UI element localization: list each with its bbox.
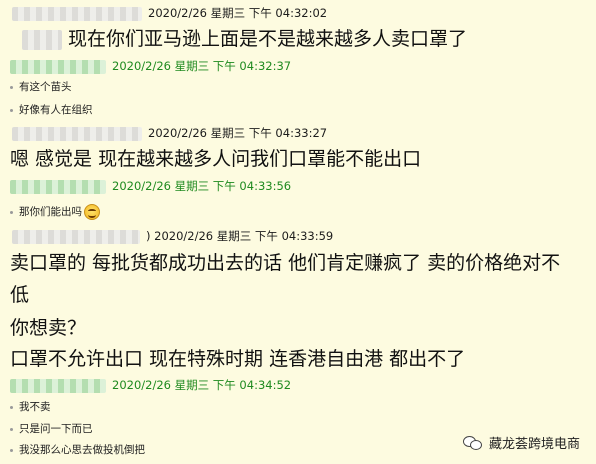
message-line: 嗯 感觉是 现在越来越多人问我们口罩能不能出口 <box>10 148 422 170</box>
message-text: 只是问一下而已 <box>19 423 93 435</box>
message-line: 卖口罩的 每批货都成功出去的话 他们肯定赚疯了 卖的价格绝对不 <box>10 252 561 274</box>
message-line: 低 <box>10 284 30 306</box>
blurred-sender-name <box>10 378 106 393</box>
message-line: 现在你们亚马逊上面是不是越来越多人卖口罩了 <box>68 28 468 50</box>
message-line: 好像有人在组织 <box>10 102 93 118</box>
message-time: ) 2020/2/26 星期三 下午 04:33:59 <box>146 229 334 243</box>
message-line: 口罩不允许出口 现在特殊时期 连香港自由港 都出不了 <box>10 348 466 370</box>
message-line: 只是问一下而已 <box>10 421 93 437</box>
message-time: 2020/2/26 星期三 下午 04:33:27 <box>148 126 328 140</box>
message-line: 你想卖？ <box>10 317 87 339</box>
watermark: 藏龙荟跨境电商 <box>462 433 580 452</box>
blurred-sender-name <box>12 126 142 141</box>
message-time: 2020/2/26 星期三 下午 04:32:02 <box>148 6 328 20</box>
message-text: 有这个苗头 <box>19 81 72 93</box>
message-text: 那你们能出吗 <box>19 206 82 218</box>
message-line: 我不卖 <box>10 399 51 415</box>
message-time: 2020/2/26 星期三 下午 04:32:37 <box>112 59 292 73</box>
message-time: 2020/2/26 星期三 下午 04:33:56 <box>112 179 292 193</box>
bullet-dot <box>10 405 13 409</box>
message-body: 现在你们亚马逊上面是不是越来越多人卖口罩了 <box>22 24 467 54</box>
smile-emoji <box>84 204 100 220</box>
message-header: 2020/2/26 星期三 下午 04:32:37 <box>10 57 291 75</box>
bullet-dot <box>10 108 13 112</box>
chat-log: 2020/2/26 星期三 下午 04:32:02 现在你们亚马逊上面是不是越来… <box>0 0 596 464</box>
blurred-sender-name <box>10 179 106 194</box>
message-line: 我没那么心思去做投机倒把 <box>10 442 145 458</box>
message-line: 有这个苗头 <box>10 79 72 95</box>
message-text: 我不卖 <box>19 401 51 413</box>
message-header: 2020/2/26 星期三 下午 04:32:02 <box>12 4 327 22</box>
blurred-sender-name <box>12 6 142 21</box>
message-time: 2020/2/26 星期三 下午 04:34:52 <box>112 378 292 392</box>
message-header: 2020/2/26 星期三 下午 04:33:56 <box>10 177 291 195</box>
bullet-dot <box>10 427 13 431</box>
bullet-dot <box>10 448 13 452</box>
blurred-sender-name <box>12 229 140 244</box>
bullet-dot <box>10 85 13 89</box>
bullet-dot <box>10 210 13 214</box>
wechat-icon <box>462 435 483 451</box>
watermark-text: 藏龙荟跨境电商 <box>488 437 580 452</box>
blurred-sender-name <box>10 59 106 74</box>
blurred-sender-avatar <box>22 29 62 50</box>
message-header: 2020/2/26 星期三 下午 04:34:52 <box>10 376 291 394</box>
message-line: 那你们能出吗 <box>10 204 100 220</box>
message-text: 我没那么心思去做投机倒把 <box>19 444 145 456</box>
message-header: 2020/2/26 星期三 下午 04:33:27 <box>12 124 327 142</box>
message-header: ) 2020/2/26 星期三 下午 04:33:59 <box>12 227 333 245</box>
message-text: 好像有人在组织 <box>19 104 93 116</box>
